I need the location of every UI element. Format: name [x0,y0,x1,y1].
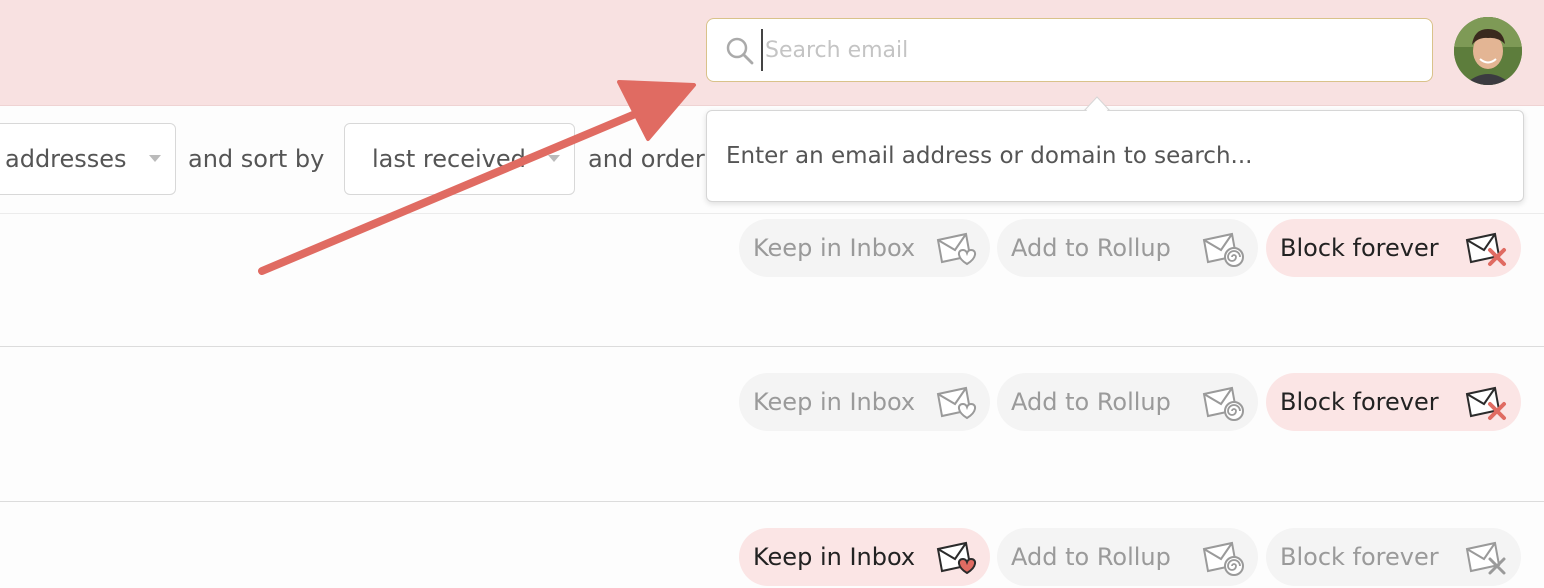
envelope-spiral-icon [1202,232,1244,267]
search-box[interactable] [706,18,1433,82]
block-forever-label: Block forever [1280,543,1439,571]
sender-row: Keep in Inbox Add to Rollup Block foreve… [0,214,1544,347]
keep-in-inbox-button[interactable]: Keep in Inbox [739,528,990,586]
add-to-rollup-button[interactable]: Add to Rollup [997,219,1258,277]
envelope-x-icon [1465,541,1506,575]
keep-in-inbox-button[interactable]: Keep in Inbox [739,373,990,431]
keep-in-inbox-label: Keep in Inbox [753,388,916,416]
envelope-x-icon [1465,386,1506,420]
envelope-x-icon [1465,232,1506,266]
add-to-rollup-button[interactable]: Add to Rollup [997,528,1258,586]
header-bar [0,0,1544,106]
block-forever-label: Block forever [1280,388,1439,416]
envelope-spiral-icon [1202,386,1244,421]
envelope-heart-icon [936,232,977,266]
sort-by-label: and sort by [188,145,325,173]
block-forever-label: Block forever [1280,234,1439,262]
block-forever-button[interactable]: Block forever [1266,528,1521,586]
add-to-rollup-label: Add to Rollup [1011,234,1171,262]
popover-pointer-cover [1084,99,1110,113]
keep-in-inbox-label: Keep in Inbox [753,234,916,262]
envelope-heart-icon [936,386,977,420]
addresses-select-value: addresses [5,145,127,173]
add-to-rollup-button[interactable]: Add to Rollup [997,373,1258,431]
addresses-select[interactable]: addresses [0,123,176,195]
search-icon [726,37,754,65]
sender-row: Keep in Inbox Add to Rollup Block foreve… [0,347,1544,502]
order-label: and order [588,145,705,173]
sender-row: Keep in Inbox Add to Rollup Block foreve… [0,502,1544,588]
block-forever-button[interactable]: Block forever [1266,373,1521,431]
avatar-image [1454,17,1522,85]
add-to-rollup-label: Add to Rollup [1011,388,1171,416]
sort-select[interactable]: last received [344,123,575,195]
chevron-down-icon [548,155,560,162]
sort-select-value: last received [372,145,526,173]
keep-in-inbox-button[interactable]: Keep in Inbox [739,219,990,277]
envelope-heart-icon [936,541,977,575]
block-forever-button[interactable]: Block forever [1266,219,1521,277]
chevron-down-icon [149,155,161,162]
search-hint-text: Enter an email address or domain to sear… [726,143,1253,169]
envelope-spiral-icon [1202,541,1244,576]
search-input[interactable] [761,29,1401,71]
search-hint-popover: Enter an email address or domain to sear… [706,110,1524,202]
add-to-rollup-label: Add to Rollup [1011,543,1171,571]
avatar[interactable] [1454,17,1522,85]
keep-in-inbox-label: Keep in Inbox [753,543,916,571]
